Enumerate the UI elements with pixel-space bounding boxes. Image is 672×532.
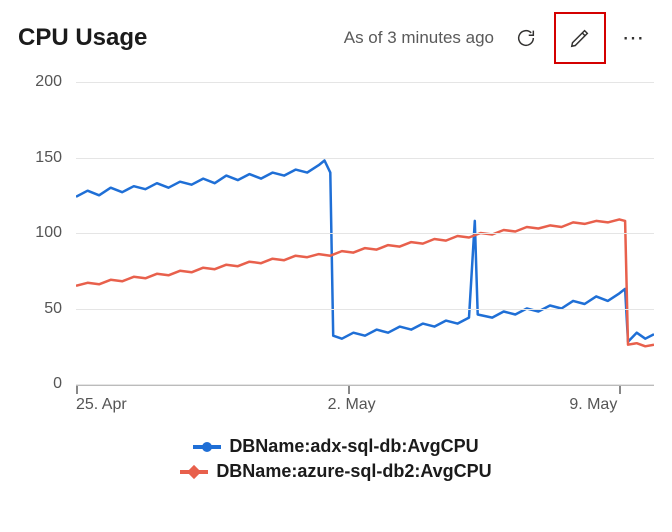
pencil-icon — [569, 27, 591, 49]
series-line — [76, 219, 654, 346]
y-tick-label: 50 — [44, 300, 62, 318]
x-tick-mark — [76, 386, 78, 394]
legend-label: DBName:adx-sql-db:AvgCPU — [229, 436, 478, 457]
edit-button[interactable] — [554, 12, 606, 64]
series-line — [76, 161, 654, 342]
panel-title: CPU Usage — [18, 24, 147, 52]
x-tick-label: 25. Apr — [76, 396, 127, 414]
grid-line — [76, 233, 654, 234]
refresh-icon — [515, 27, 537, 49]
y-tick-label: 0 — [53, 375, 62, 393]
refresh-button[interactable] — [506, 18, 546, 58]
chart-area: 050100150200 25. Apr2. May9. May — [18, 82, 654, 422]
more-button[interactable]: ⋯ — [614, 18, 654, 58]
x-tick-mark — [619, 386, 621, 394]
x-tick-mark — [348, 386, 350, 394]
legend-item[interactable]: DBName:azure-sql-db2:AvgCPU — [180, 461, 491, 482]
as-of-text: As of 3 minutes ago — [344, 28, 494, 48]
y-tick-label: 100 — [35, 224, 62, 242]
y-tick-label: 200 — [35, 73, 62, 91]
x-axis: 25. Apr 2. May 9. May — [76, 388, 654, 422]
grid-line — [76, 82, 654, 83]
grid-line — [76, 158, 654, 159]
panel-header: CPU Usage As of 3 minutes ago ⋯ — [18, 12, 654, 64]
legend-label: DBName:azure-sql-db2:AvgCPU — [216, 461, 491, 482]
legend-swatch-icon — [193, 442, 221, 452]
legend-item[interactable]: DBName:adx-sql-db:AvgCPU — [193, 436, 478, 457]
x-tick-label: 2. May — [328, 396, 376, 414]
grid-line — [76, 309, 654, 310]
ellipsis-icon: ⋯ — [622, 25, 646, 51]
x-tick-label: 9. May — [569, 396, 617, 414]
y-tick-label: 150 — [35, 149, 62, 167]
legend: DBName:adx-sql-db:AvgCPU DBName:azure-sql… — [18, 436, 654, 482]
chart-panel: CPU Usage As of 3 minutes ago ⋯ 0 50 100 15… — [0, 0, 672, 532]
grid-line — [76, 384, 654, 385]
y-axis: 050100150200 — [18, 82, 68, 384]
legend-swatch-icon — [180, 467, 208, 477]
